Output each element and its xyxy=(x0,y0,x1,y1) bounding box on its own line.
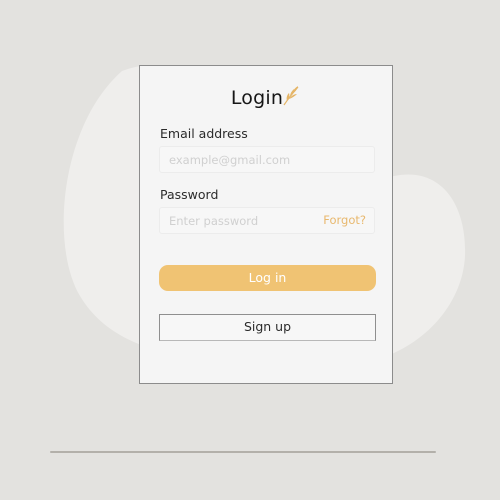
signup-button[interactable]: Sign up xyxy=(159,314,376,341)
email-label: Email address xyxy=(160,126,248,141)
email-field[interactable] xyxy=(159,146,375,173)
login-title: Login xyxy=(230,87,284,109)
login-button[interactable]: Log in xyxy=(159,265,376,291)
ground-divider xyxy=(50,451,436,453)
password-label: Password xyxy=(160,187,219,202)
forgot-password-link[interactable]: Forgot? xyxy=(323,213,366,227)
wheat-leaf-icon xyxy=(281,83,301,107)
login-card: Login Email address Password Forgot? Log… xyxy=(139,65,393,384)
login-header: Login xyxy=(140,86,392,116)
